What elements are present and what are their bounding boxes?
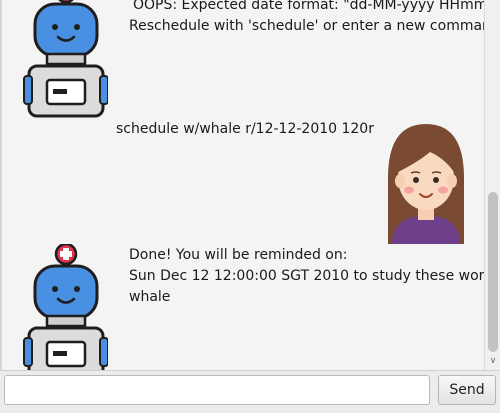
- send-button[interactable]: Send: [438, 375, 496, 405]
- bot-message-line: whale: [129, 289, 171, 305]
- girl-avatar-icon: [388, 124, 464, 244]
- app-window: OOPS: Expected date format: "dd-MM-yyyy …: [0, 0, 500, 413]
- chat-scrollbar[interactable]: ∨: [484, 0, 500, 370]
- bot-message-line: Done! You will be reminded on:: [129, 247, 348, 263]
- bot-message-line: Reschedule with 'schedule' or enter a ne…: [129, 18, 484, 34]
- user-message-line: schedule w/whale r/12-12-2010 120r: [116, 121, 374, 137]
- scrollbar-thumb[interactable]: [488, 192, 498, 352]
- robot-avatar-icon: [23, 0, 108, 118]
- chevron-down-icon[interactable]: ∨: [488, 356, 498, 366]
- bot-message-line: Sun Dec 12 12:00:00 SGT 2010 to study th…: [129, 268, 484, 284]
- chat-left-border: [0, 0, 2, 370]
- bot-message-line: OOPS: Expected date format: "dd-MM-yyyy …: [133, 0, 484, 13]
- chat-dialog-area[interactable]: OOPS: Expected date format: "dd-MM-yyyy …: [0, 0, 484, 370]
- robot-avatar-icon: [23, 244, 108, 370]
- input-bar: Send: [0, 370, 500, 413]
- command-input[interactable]: [4, 375, 430, 405]
